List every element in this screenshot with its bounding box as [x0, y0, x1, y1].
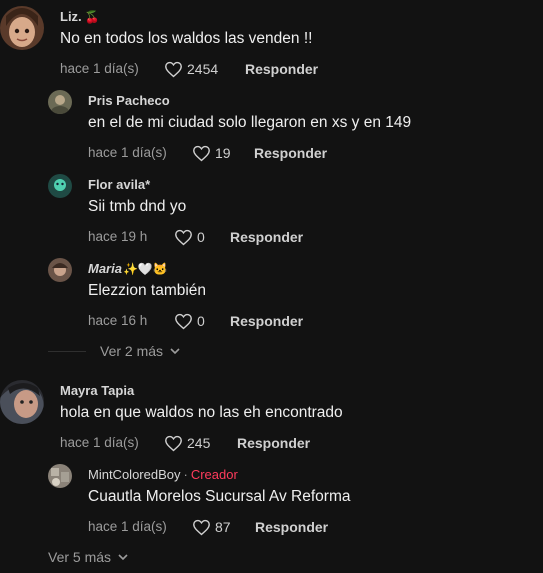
- heart-icon: [175, 313, 192, 329]
- like-button[interactable]: 19: [192, 144, 254, 162]
- reply-button[interactable]: Responder: [230, 312, 303, 330]
- comment-text: No en todos los waldos las venden !!: [60, 30, 313, 47]
- comment-meta: hace 19 h 0 Responder: [88, 228, 303, 246]
- avatar[interactable]: [48, 464, 72, 488]
- comment-time: hace 1 día(s): [60, 61, 139, 76]
- sparkles-heart-cat-emoji: ✨🤍🐱: [122, 262, 168, 276]
- commenter-name[interactable]: Flor avila*: [88, 177, 303, 193]
- like-button[interactable]: 2454: [164, 60, 245, 78]
- heart-icon: [175, 229, 192, 245]
- like-count: 2454: [187, 61, 219, 77]
- chevron-down-icon: [118, 554, 128, 561]
- comment-meta: hace 1 día(s) 2454 Responder: [60, 60, 318, 78]
- comment-time: hace 1 día(s): [60, 435, 139, 450]
- view-more-label: Ver 5 más: [48, 549, 112, 565]
- commenter-name[interactable]: Liz. 🍒: [60, 9, 318, 25]
- commenter-name-text[interactable]: Maria: [88, 261, 122, 276]
- like-button[interactable]: 87: [192, 518, 255, 536]
- reply-button[interactable]: Responder: [230, 228, 303, 246]
- like-count: 245: [187, 435, 211, 451]
- comment-time: hace 16 h: [88, 313, 148, 328]
- heart-icon: [193, 519, 210, 535]
- comment-meta: hace 16 h 0 Responder: [88, 312, 303, 330]
- comment-text: Sii tmb dnd yo: [88, 198, 187, 215]
- heart-icon: [165, 61, 182, 77]
- commenter-name[interactable]: Maria✨🤍🐱: [88, 261, 303, 277]
- comment-text: Cuautla Morelos Sucursal Av Reforma: [88, 488, 351, 505]
- avatar[interactable]: [48, 174, 72, 198]
- view-more-replies-button[interactable]: Ver 2 más: [100, 343, 181, 359]
- like-count: 87: [215, 519, 231, 535]
- avatar[interactable]: [48, 90, 72, 114]
- like-button[interactable]: 0: [174, 312, 230, 330]
- heart-icon: [193, 145, 210, 161]
- reply-button[interactable]: Responder: [254, 144, 327, 162]
- comment-text: en el de mi ciudad solo llegaron en xs y…: [88, 114, 412, 131]
- commenter-name[interactable]: Pris Pacheco: [88, 93, 411, 109]
- replies-divider: [48, 351, 86, 352]
- like-count: 0: [197, 313, 205, 329]
- view-more-label: Ver 2 más: [100, 343, 164, 359]
- separator-dot: ·: [183, 467, 188, 482]
- commenter-name-text[interactable]: Liz.: [60, 9, 82, 24]
- avatar[interactable]: [0, 6, 44, 50]
- comment-time: hace 1 día(s): [88, 145, 167, 160]
- view-more-replies-button[interactable]: Ver 5 más: [48, 549, 129, 565]
- comment-text: Elezzion también: [88, 282, 207, 299]
- cherry-emoji: 🍒: [84, 10, 100, 24]
- reply-button[interactable]: Responder: [245, 60, 318, 78]
- like-button[interactable]: 0: [174, 228, 230, 246]
- reply-button[interactable]: Responder: [255, 518, 328, 536]
- like-button[interactable]: 245: [164, 434, 237, 452]
- commenter-name-text[interactable]: MintColoredBoy: [88, 467, 181, 482]
- commenter-name[interactable]: Mayra Tapia: [60, 383, 343, 399]
- creator-badge: Creador: [190, 467, 238, 482]
- like-count: 19: [215, 145, 231, 161]
- comment-time: hace 19 h: [88, 229, 148, 244]
- reply-button[interactable]: Responder: [237, 434, 310, 452]
- avatar[interactable]: [48, 258, 72, 282]
- heart-icon: [165, 435, 182, 451]
- avatar[interactable]: [0, 380, 44, 424]
- commenter-name[interactable]: MintColoredBoy · Creador: [88, 467, 350, 483]
- comment-meta: hace 1 día(s) 87 Responder: [88, 518, 350, 536]
- comment-time: hace 1 día(s): [88, 519, 167, 534]
- chevron-down-icon: [170, 348, 180, 355]
- comment-meta: hace 1 día(s) 19 Responder: [88, 144, 411, 162]
- like-count: 0: [197, 229, 205, 245]
- comment-meta: hace 1 día(s) 245 Responder: [60, 434, 343, 452]
- comment-text: hola en que waldos no las eh encontrado: [60, 404, 343, 421]
